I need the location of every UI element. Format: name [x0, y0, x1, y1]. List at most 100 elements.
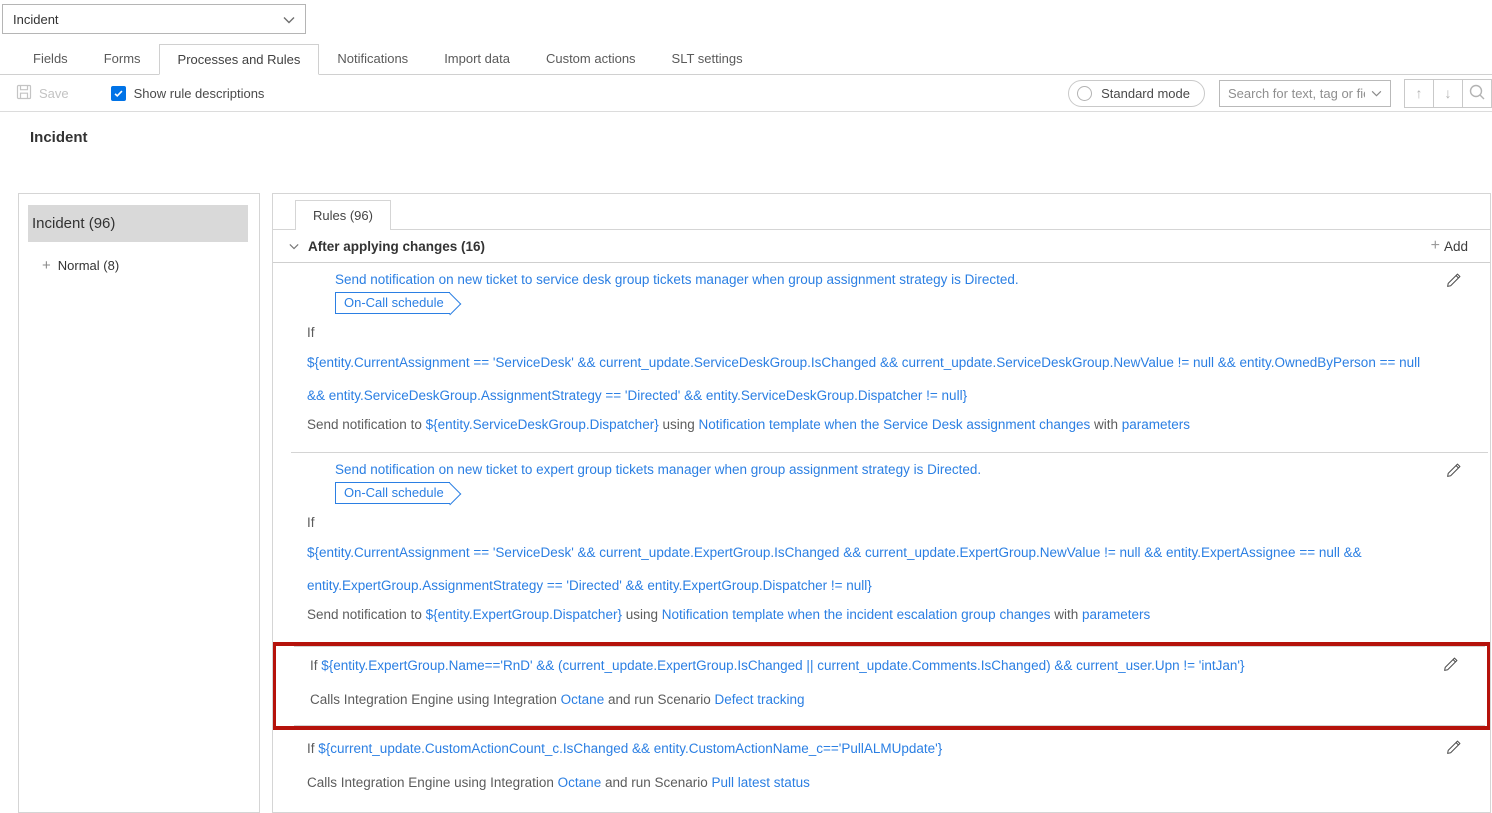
rule-link[interactable]: Defect tracking	[715, 692, 805, 707]
rule: Send notification on new ticket to exper…	[273, 453, 1490, 642]
add-rule-button[interactable]: + Add	[1431, 237, 1468, 255]
rule-link[interactable]: Pull latest status	[712, 775, 810, 790]
tab-notifications[interactable]: Notifications	[319, 44, 426, 74]
sidebar-item-normal-8[interactable]: + Normal (8)	[19, 257, 259, 274]
tab-processes-and-rules[interactable]: Processes and Rules	[159, 44, 320, 75]
rule-link[interactable]: ${entity.ExpertGroup.Name=='RnD' && (cur…	[321, 658, 1244, 673]
save-label: Save	[39, 86, 69, 101]
rule-text: If	[307, 325, 315, 340]
edit-pencil-icon[interactable]	[1445, 462, 1462, 482]
rule-text: with	[1090, 417, 1122, 432]
tab-rules[interactable]: Rules (96)	[295, 200, 391, 230]
toolbar: Save Show rule descriptions Standard mod…	[0, 75, 1492, 112]
rule: If ${entity.ExpertGroup.Name=='RnD' && (…	[276, 647, 1487, 725]
tab-forms[interactable]: Forms	[86, 44, 159, 74]
edit-pencil-icon[interactable]	[1445, 739, 1462, 759]
rule-line-ifcond: If ${entity.ExpertGroup.Name=='RnD' && (…	[310, 657, 1427, 675]
category-list: Incident (96) + Normal (8)	[19, 205, 259, 274]
rule-description[interactable]: Send notification on new ticket to exper…	[335, 461, 1430, 479]
rule-link[interactable]: ${entity.CurrentAssignment == 'ServiceDe…	[307, 545, 1362, 593]
rule-link[interactable]: ${entity.CurrentAssignment == 'ServiceDe…	[307, 355, 1420, 403]
rule-description[interactable]: Send notification on new ticket to servi…	[335, 271, 1430, 289]
rule-text: Send notification to	[307, 607, 426, 622]
rule-line-calls: Calls Integration Engine using Integrati…	[310, 691, 1427, 709]
rule-text: If	[307, 741, 318, 756]
find-next-button[interactable]: ↓	[1433, 79, 1463, 108]
rule-text: and run Scenario	[604, 692, 714, 707]
record-type-value: Incident	[13, 12, 59, 27]
rules-panel: Rules (96) After applying changes (16) +…	[272, 193, 1491, 813]
rule-text: using	[622, 607, 662, 622]
rule-link[interactable]: ${entity.ServiceDeskGroup.Dispatcher}	[426, 417, 659, 432]
rule-line-cond: ${entity.CurrentAssignment == 'ServiceDe…	[307, 536, 1430, 602]
rule-line-if: If	[307, 514, 1430, 532]
rule-link[interactable]: Notification template when the Service D…	[699, 417, 1091, 432]
section-title: After applying changes (16)	[308, 239, 485, 254]
edit-pencil-icon[interactable]	[1442, 656, 1459, 676]
add-label: Add	[1444, 239, 1468, 254]
rule: Send notification on new ticket to servi…	[273, 263, 1490, 452]
tab-bar: FieldsFormsProcesses and RulesNotificati…	[0, 44, 1492, 75]
category-panel: Incident (96) + Normal (8)	[18, 193, 260, 813]
sidebar-item-label: Normal (8)	[58, 258, 119, 273]
save-button[interactable]: Save	[16, 84, 69, 103]
rule-text: Calls Integration Engine using Integrati…	[310, 692, 561, 707]
save-icon	[16, 84, 32, 103]
sidebar-item-label: Incident (96)	[32, 215, 115, 232]
rule-text: Calls Integration Engine using Integrati…	[307, 775, 558, 790]
rule-link[interactable]: parameters	[1082, 607, 1150, 622]
rule-divider	[294, 725, 1485, 726]
rules-panel-tabs: Rules (96)	[273, 194, 1490, 230]
section-header[interactable]: After applying changes (16) + Add	[273, 230, 1490, 263]
rule-tag[interactable]: On-Call schedule	[335, 482, 450, 504]
tab-custom-actions[interactable]: Custom actions	[528, 44, 654, 74]
rule-link[interactable]: ${entity.ExpertGroup.Dispatcher}	[426, 607, 622, 622]
rule-tag[interactable]: On-Call schedule	[335, 292, 450, 314]
rule-tag-row: On-Call schedule	[335, 292, 1430, 314]
search-icon	[1469, 84, 1485, 103]
toolbar-right: Standard mode ↑ ↓	[1068, 79, 1492, 108]
show-rule-descriptions-group: Show rule descriptions	[111, 86, 265, 101]
rule-link[interactable]: Octane	[558, 775, 602, 790]
rule-link[interactable]: Notification template when the incident …	[662, 607, 1051, 622]
rule-link[interactable]: ${current_update.CustomActionCount_c.IsC…	[318, 741, 942, 756]
rule: If ${current_update.CustomActionCount_c.…	[273, 730, 1490, 808]
arrow-up-icon: ↑	[1416, 85, 1423, 101]
rule-text: with	[1050, 607, 1082, 622]
radio-icon	[1077, 86, 1092, 101]
find-previous-button[interactable]: ↑	[1404, 79, 1434, 108]
search-input[interactable]	[1228, 86, 1365, 101]
page-title: Incident	[30, 129, 1492, 146]
find-buttons: ↑ ↓	[1405, 79, 1492, 108]
chevron-down-icon[interactable]	[1371, 84, 1382, 102]
rules-list: Send notification on new ticket to servi…	[273, 263, 1490, 808]
tab-slt-settings[interactable]: SLT settings	[654, 44, 761, 74]
arrow-down-icon: ↓	[1445, 85, 1452, 101]
edit-pencil-icon[interactable]	[1445, 272, 1462, 292]
app: { "type_selector": { "value": "Incident"…	[0, 4, 1492, 801]
rule-line-action: Send notification to ${entity.ExpertGrou…	[307, 606, 1430, 624]
rule-line-cond: ${entity.CurrentAssignment == 'ServiceDe…	[307, 346, 1430, 412]
rule-line-if: If	[307, 324, 1430, 342]
chevron-down-icon	[283, 12, 295, 27]
record-type-dropdown[interactable]: Incident	[2, 4, 306, 34]
expand-plus-icon[interactable]: +	[42, 257, 51, 274]
show-rule-descriptions-checkbox[interactable]	[111, 86, 126, 101]
sidebar-item-incident-96[interactable]: Incident (96)	[28, 205, 248, 242]
rule-link[interactable]: Octane	[561, 692, 605, 707]
chevron-down-icon[interactable]	[289, 237, 299, 255]
rule-text: If	[307, 515, 315, 530]
tab-fields[interactable]: Fields	[15, 44, 86, 74]
rule-line-calls: Calls Integration Engine using Integrati…	[307, 774, 1430, 792]
highlight-box: If ${entity.ExpertGroup.Name=='RnD' && (…	[272, 642, 1491, 730]
standard-mode-toggle[interactable]: Standard mode	[1068, 80, 1205, 107]
search-button[interactable]	[1462, 79, 1492, 108]
rule-tag-row: On-Call schedule	[335, 482, 1430, 504]
tab-import-data[interactable]: Import data	[426, 44, 528, 74]
search-box	[1219, 80, 1391, 107]
rule-link[interactable]: parameters	[1122, 417, 1190, 432]
rule-line-action: Send notification to ${entity.ServiceDes…	[307, 416, 1430, 434]
standard-mode-label: Standard mode	[1101, 86, 1190, 101]
show-rule-descriptions-label: Show rule descriptions	[134, 86, 265, 101]
plus-icon: +	[1431, 237, 1440, 255]
